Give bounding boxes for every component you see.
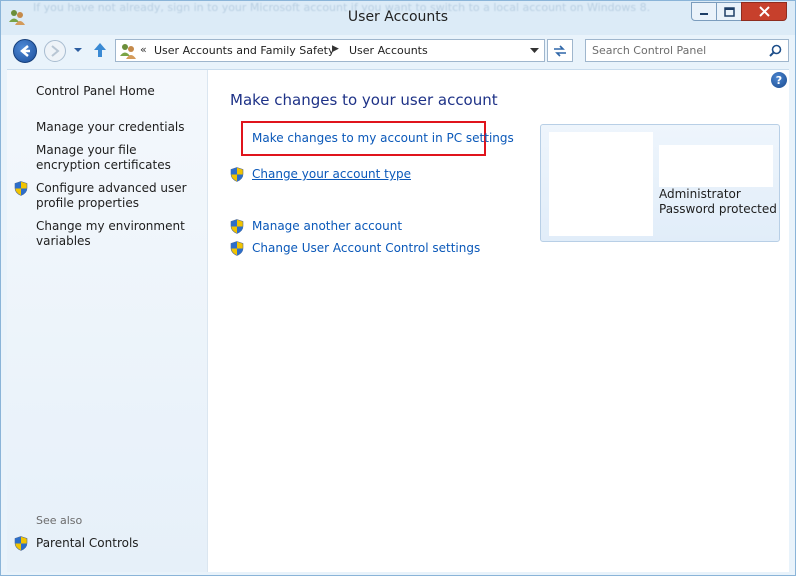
uac-settings-link[interactable]: Change User Account Control settings: [252, 241, 480, 255]
pc-settings-link[interactable]: Make changes to my account in PC setting…: [252, 131, 514, 145]
refresh-icon: [554, 44, 566, 57]
recent-pages-dropdown-icon[interactable]: [73, 47, 83, 53]
maximize-button[interactable]: [716, 2, 742, 21]
sidebar-item-file-encryption[interactable]: Manage your file encryption certificates: [36, 143, 196, 173]
forward-arrow-icon: [51, 45, 60, 57]
back-button[interactable]: [13, 39, 37, 63]
search-input[interactable]: [586, 40, 778, 61]
up-arrow-icon[interactable]: [93, 42, 107, 58]
sidebar-item-manage-credentials[interactable]: Manage your credentials: [36, 120, 196, 135]
user-accounts-window: If you have not already, sign in to your…: [0, 0, 796, 576]
user-name-area: [659, 145, 773, 187]
shield-icon: [230, 241, 244, 256]
refresh-button[interactable]: [547, 39, 573, 62]
manage-another-account-link[interactable]: Manage another account: [252, 219, 402, 233]
search-icon[interactable]: [769, 44, 782, 57]
main-pane: ? Make changes to your user account Make…: [207, 70, 789, 572]
control-panel-home-link[interactable]: Control Panel Home: [36, 84, 155, 99]
back-arrow-icon: [20, 45, 30, 57]
window-title: User Accounts: [347, 9, 449, 25]
help-icon[interactable]: ?: [771, 72, 787, 88]
close-button[interactable]: [741, 2, 787, 21]
forward-button[interactable]: [44, 40, 66, 62]
account-type-label: Administrator: [659, 187, 741, 201]
change-account-type-link[interactable]: Change your account type: [252, 167, 411, 181]
breadcrumb-separator-icon[interactable]: ▶: [332, 44, 339, 54]
breadcrumb-overflow[interactable]: «: [140, 43, 147, 56]
minimize-icon: [700, 12, 708, 15]
address-dropdown-icon[interactable]: [530, 48, 539, 54]
close-icon: [758, 6, 770, 17]
title-bar[interactable]: If you have not already, sign in to your…: [1, 1, 795, 35]
page-title: Make changes to your user account: [230, 91, 498, 109]
breadcrumb-user-accounts-family-safety[interactable]: User Accounts and Family Safety: [154, 44, 334, 57]
sidebar-item-advanced-user-profile[interactable]: Configure advanced user profile properti…: [36, 181, 196, 211]
shield-icon: [230, 219, 244, 234]
parental-controls-link[interactable]: Parental Controls: [36, 536, 139, 551]
user-picture: [549, 132, 653, 236]
password-status-label: Password protected: [659, 202, 777, 216]
restore-icon: [723, 6, 735, 17]
window-controls: [691, 2, 787, 21]
see-also-heading: See also: [36, 514, 83, 527]
control-panel-icon: [120, 44, 136, 59]
address-bar[interactable]: « User Accounts and Family Safety ▶ User…: [115, 39, 545, 62]
navigation-bar: « User Accounts and Family Safety ▶ User…: [1, 35, 795, 65]
breadcrumb-user-accounts[interactable]: User Accounts: [349, 44, 428, 57]
user-account-card: Administrator Password protected: [540, 124, 780, 242]
shield-icon: [230, 167, 244, 182]
search-box[interactable]: [585, 39, 789, 62]
shield-icon: [14, 181, 28, 196]
minimize-button[interactable]: [691, 2, 717, 21]
shield-icon: [14, 536, 28, 551]
sidebar-item-environment-variables[interactable]: Change my environment variables: [36, 219, 196, 249]
task-pane: Control Panel Home Manage your credentia…: [7, 70, 208, 572]
content-area: Control Panel Home Manage your credentia…: [7, 69, 789, 572]
